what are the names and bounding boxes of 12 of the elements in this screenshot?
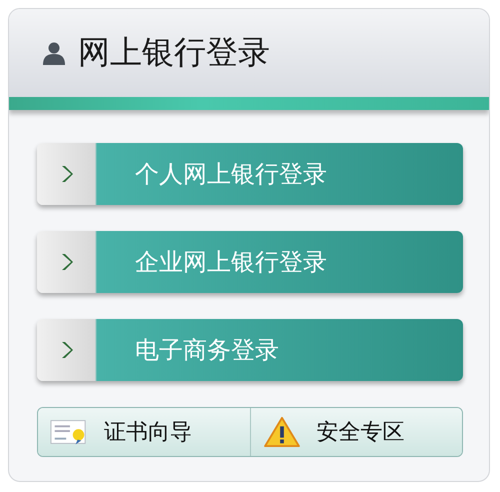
warning-icon <box>262 416 300 448</box>
login-button[interactable]: 企业网上银行登录 <box>37 231 463 293</box>
login-button[interactable]: 个人网上银行登录 <box>37 143 463 205</box>
chevron-icon <box>61 253 73 271</box>
chevron-icon <box>61 341 73 359</box>
user-icon <box>42 41 66 65</box>
certificate-icon <box>50 418 88 446</box>
panel-title: 网上银行登录 <box>78 32 270 73</box>
chevron-icon <box>61 165 73 183</box>
link-button[interactable]: 证书向导 <box>38 408 250 456</box>
login-button[interactable]: 电子商务登录 <box>37 319 463 381</box>
link-button[interactable]: 安全专区 <box>250 408 462 456</box>
